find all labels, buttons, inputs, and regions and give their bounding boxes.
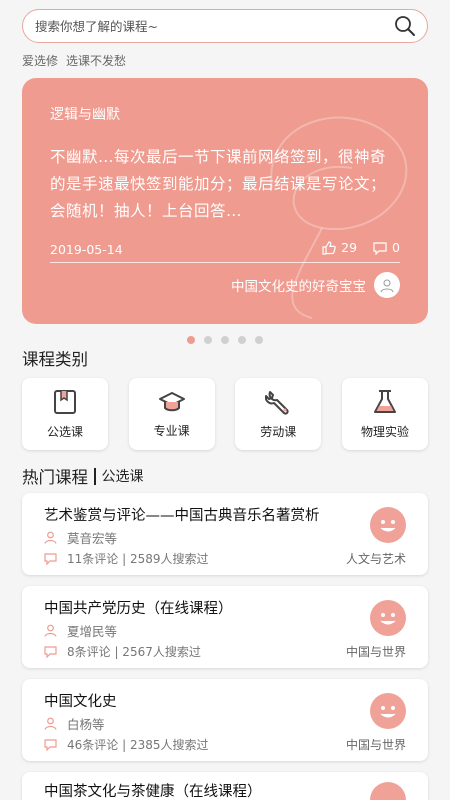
avatar[interactable] [374, 272, 400, 298]
wrench-icon [265, 390, 289, 415]
category-elective[interactable]: 公选课 [22, 378, 108, 450]
comment-icon [44, 738, 57, 751]
course-meta: 8条评论 | 2567人搜索过 [44, 643, 201, 660]
category-label: 物理实验 [360, 424, 409, 439]
category-labor[interactable]: 劳动课 [235, 378, 322, 450]
hot-courses-heading: 热门课程 公选课 [22, 464, 144, 488]
author-name: 中国文化史的好奇宝宝 [231, 279, 366, 295]
course-name: 中国共产党历史（在线课程） [44, 601, 233, 617]
carousel-indicator [0, 336, 450, 344]
course-teacher: 白杨等 [44, 714, 105, 733]
carousel-dot[interactable] [255, 336, 263, 344]
banner-author[interactable]: 中国文化史的好奇宝宝 [231, 272, 400, 298]
search-icon[interactable] [393, 14, 417, 38]
categories-heading: 课程类别 [22, 350, 88, 369]
person-icon [44, 531, 57, 544]
banner-stats: 29 0 [322, 240, 400, 255]
graduation-cap-icon [158, 391, 185, 411]
category-label: 劳动课 [260, 424, 297, 439]
comment-icon [373, 241, 387, 255]
search-input[interactable] [35, 18, 393, 34]
hot-courses-filter[interactable]: 公选课 [102, 466, 144, 486]
smiley-icon [370, 600, 406, 636]
banner-comments[interactable]: 0 [373, 240, 400, 255]
course-meta: 46条评论 | 2385人搜索过 [44, 736, 208, 753]
smiley-icon [370, 693, 406, 729]
carousel-dot[interactable] [204, 336, 212, 344]
category-label: 专业课 [153, 423, 190, 438]
course-stats: 46条评论 | 2385人搜索过 [67, 738, 209, 752]
banner-divider [50, 262, 400, 263]
course-teacher: 莫音宏等 [44, 528, 117, 547]
smiley-icon [370, 782, 406, 800]
heading-divider [94, 467, 96, 485]
course-category-tag: 中国与世界 [345, 738, 406, 752]
banner-date: 2019-05-14 [50, 242, 123, 257]
carousel-dot[interactable] [238, 336, 246, 344]
category-major[interactable]: 专业课 [128, 378, 215, 450]
comments-count: 0 [392, 240, 400, 255]
course-card[interactable]: 中国共产党历史（在线课程） 夏增民等 8条评论 | 2567人搜索过 中国与世界 [22, 586, 428, 668]
person-icon [44, 624, 57, 637]
course-name: 艺术鉴赏与评论——中国古典音乐名著赏析 [44, 508, 320, 524]
course-meta: 11条评论 | 2589人搜索过 [44, 550, 208, 567]
comment-icon [44, 552, 57, 565]
book-icon [54, 389, 76, 414]
teacher-name: 白杨等 [67, 717, 105, 732]
comment-icon [44, 645, 57, 658]
slogan-part-2: 选课不发愁 [66, 54, 127, 68]
banner-course-title: 逻辑与幽默 [50, 107, 120, 123]
category-physics-lab[interactable]: 物理实验 [341, 378, 428, 450]
course-name: 中国茶文化与茶健康（在线课程） [44, 784, 262, 800]
teacher-name: 莫音宏等 [67, 531, 118, 546]
carousel-dot[interactable] [221, 336, 229, 344]
course-teacher: 夏增民等 [44, 621, 117, 640]
course-card[interactable]: 艺术鉴赏与评论——中国古典音乐名著赏析 莫音宏等 11条评论 | 2589人搜索… [22, 493, 428, 575]
hot-courses-title: 热门课程 [22, 468, 88, 487]
banner-review-text: 不幽默…每次最后一节下课前网络签到，很神奇的是手速最快签到能加分；最后结课是写论… [50, 148, 387, 220]
course-name: 中国文化史 [44, 694, 117, 710]
slogan: 爱选修 选课不发愁 [22, 52, 126, 69]
flask-icon [373, 389, 396, 413]
slogan-part-1: 爱选修 [22, 54, 59, 68]
course-category-tag: 中国与世界 [345, 645, 406, 659]
likes-count: 29 [341, 240, 358, 255]
carousel-dot[interactable] [187, 336, 195, 344]
smiley-icon [370, 507, 406, 543]
search-bar[interactable] [22, 9, 428, 43]
course-card[interactable]: 中国茶文化与茶健康（在线课程） [22, 772, 428, 800]
course-category-tag: 人文与艺术 [345, 552, 406, 566]
featured-review-banner[interactable]: 逻辑与幽默 不幽默…每次最后一节下课前网络签到，很神奇的是手速最快签到能加分；最… [22, 78, 428, 324]
course-stats: 11条评论 | 2589人搜索过 [67, 552, 209, 566]
person-icon [44, 717, 57, 730]
course-stats: 8条评论 | 2567人搜索过 [67, 645, 201, 659]
thumbs-up-icon [322, 240, 336, 255]
category-label: 公选课 [46, 424, 83, 439]
course-card[interactable]: 中国文化史 白杨等 46条评论 | 2385人搜索过 中国与世界 [22, 679, 428, 761]
banner-likes[interactable]: 29 [322, 240, 357, 255]
teacher-name: 夏增民等 [67, 624, 118, 639]
category-list: 公选课 专业课 劳动课 物理实验 [22, 378, 428, 450]
